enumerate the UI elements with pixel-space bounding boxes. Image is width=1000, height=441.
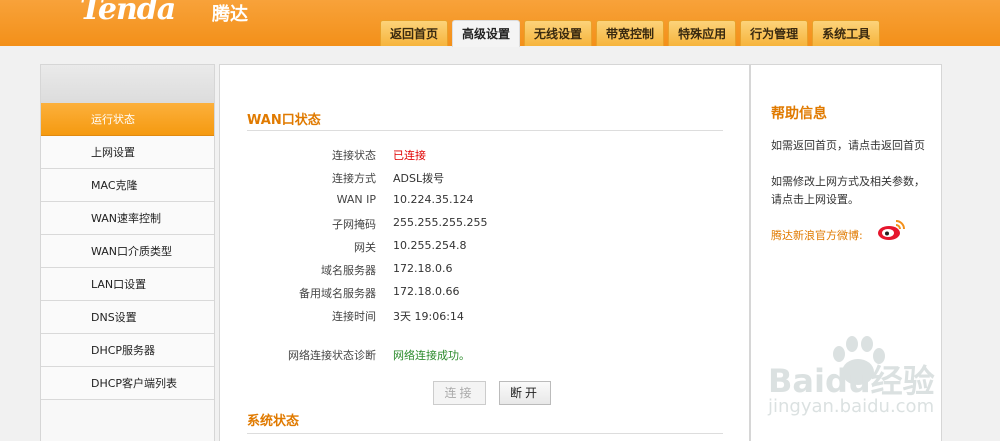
sidebar-header [41, 65, 214, 103]
tab-behavior-management[interactable]: 行为管理 [740, 20, 809, 46]
sidebar-item-internet-settings[interactable]: 上网设置 [41, 136, 214, 169]
help-text-home: 如需返回首页，请点击返回首页 [771, 139, 925, 152]
connection-status-value: 已连接 [393, 149, 426, 162]
weibo-link[interactable]: 腾达新浪官方微博: [771, 227, 863, 243]
wan-ip-label: WAN IP [336, 193, 376, 206]
weibo-icon[interactable] [877, 219, 905, 241]
sidebar-item-wan-media-type[interactable]: WAN口介质类型 [41, 235, 214, 268]
tab-advanced-settings[interactable]: 高级设置 [452, 20, 521, 47]
tab-wireless-settings[interactable]: 无线设置 [524, 20, 593, 46]
section-divider [247, 130, 723, 131]
tenda-logo-cn: 腾达 [212, 4, 248, 25]
backup-dns-value: 172.18.0.66 [393, 285, 460, 298]
connection-type-label: 连接方式 [332, 172, 376, 185]
sidebar-item-dhcp-client-list[interactable]: DHCP客户端列表 [41, 367, 214, 400]
sidebar-item-status[interactable]: 运行状态 [41, 103, 214, 136]
connection-type-value: ADSL拨号 [393, 172, 445, 185]
connection-status-label: 连接状态 [332, 149, 376, 162]
tab-bandwidth-control[interactable]: 带宽控制 [596, 20, 665, 46]
sidebar-item-dhcp-server[interactable]: DHCP服务器 [41, 334, 214, 367]
connect-button[interactable]: 连接 [433, 381, 486, 405]
connection-time-value: 3天 19:06:14 [393, 310, 464, 323]
subnet-mask-label: 子网掩码 [332, 218, 376, 231]
dns-server-value: 172.18.0.6 [393, 262, 453, 275]
subnet-mask-value: 255.255.255.255 [393, 216, 488, 229]
top-nav-tabs: 返回首页 高级设置 无线设置 带宽控制 特殊应用 行为管理 系统工具 [380, 20, 884, 47]
tab-special-apps[interactable]: 特殊应用 [668, 20, 737, 46]
tab-home[interactable]: 返回首页 [380, 20, 449, 46]
diagnose-value: 网络连接成功。 [393, 349, 470, 362]
sidebar-item-wan-rate-control[interactable]: WAN速率控制 [41, 202, 214, 235]
diagnose-label: 网络连接状态诊断 [288, 349, 376, 362]
wan-ip-value: 10.224.35.124 [393, 193, 474, 206]
sidebar-item-dns-settings[interactable]: DNS设置 [41, 301, 214, 334]
disconnect-button[interactable]: 断开 [499, 381, 551, 405]
gateway-label: 网关 [354, 241, 376, 254]
main-panel: WAN口状态 连接状态 已连接 连接方式 ADSL拨号 WAN IP 10.22… [219, 64, 750, 441]
connection-time-label: 连接时间 [332, 310, 376, 323]
help-title: 帮助信息 [771, 106, 827, 122]
tenda-logo[interactable]: Tenda [80, 0, 176, 27]
section-divider [247, 433, 723, 434]
baidu-watermark: Baidu经验 jingyan.baidu.com [768, 332, 1000, 441]
backup-dns-label: 备用域名服务器 [299, 287, 376, 300]
help-text-internet: 如需修改上网方式及相关参数，请点击上网设置。 [771, 175, 925, 206]
sidebar-item-lan-settings[interactable]: LAN口设置 [41, 268, 214, 301]
wan-status-title: WAN口状态 [247, 113, 321, 128]
watermark-url: jingyan.baidu.com [768, 396, 935, 417]
sidebar: 运行状态 上网设置 MAC克隆 WAN速率控制 WAN口介质类型 LAN口设置 … [40, 64, 215, 441]
header-bar: Tenda 腾达 返回首页 高级设置 无线设置 带宽控制 特殊应用 行为管理 系… [0, 0, 1000, 47]
tab-system-tools[interactable]: 系统工具 [812, 20, 881, 46]
system-status-title: 系统状态 [247, 414, 300, 429]
gateway-value: 10.255.254.8 [393, 239, 467, 252]
dns-server-label: 域名服务器 [321, 264, 376, 277]
sidebar-item-mac-clone[interactable]: MAC克隆 [41, 169, 214, 202]
